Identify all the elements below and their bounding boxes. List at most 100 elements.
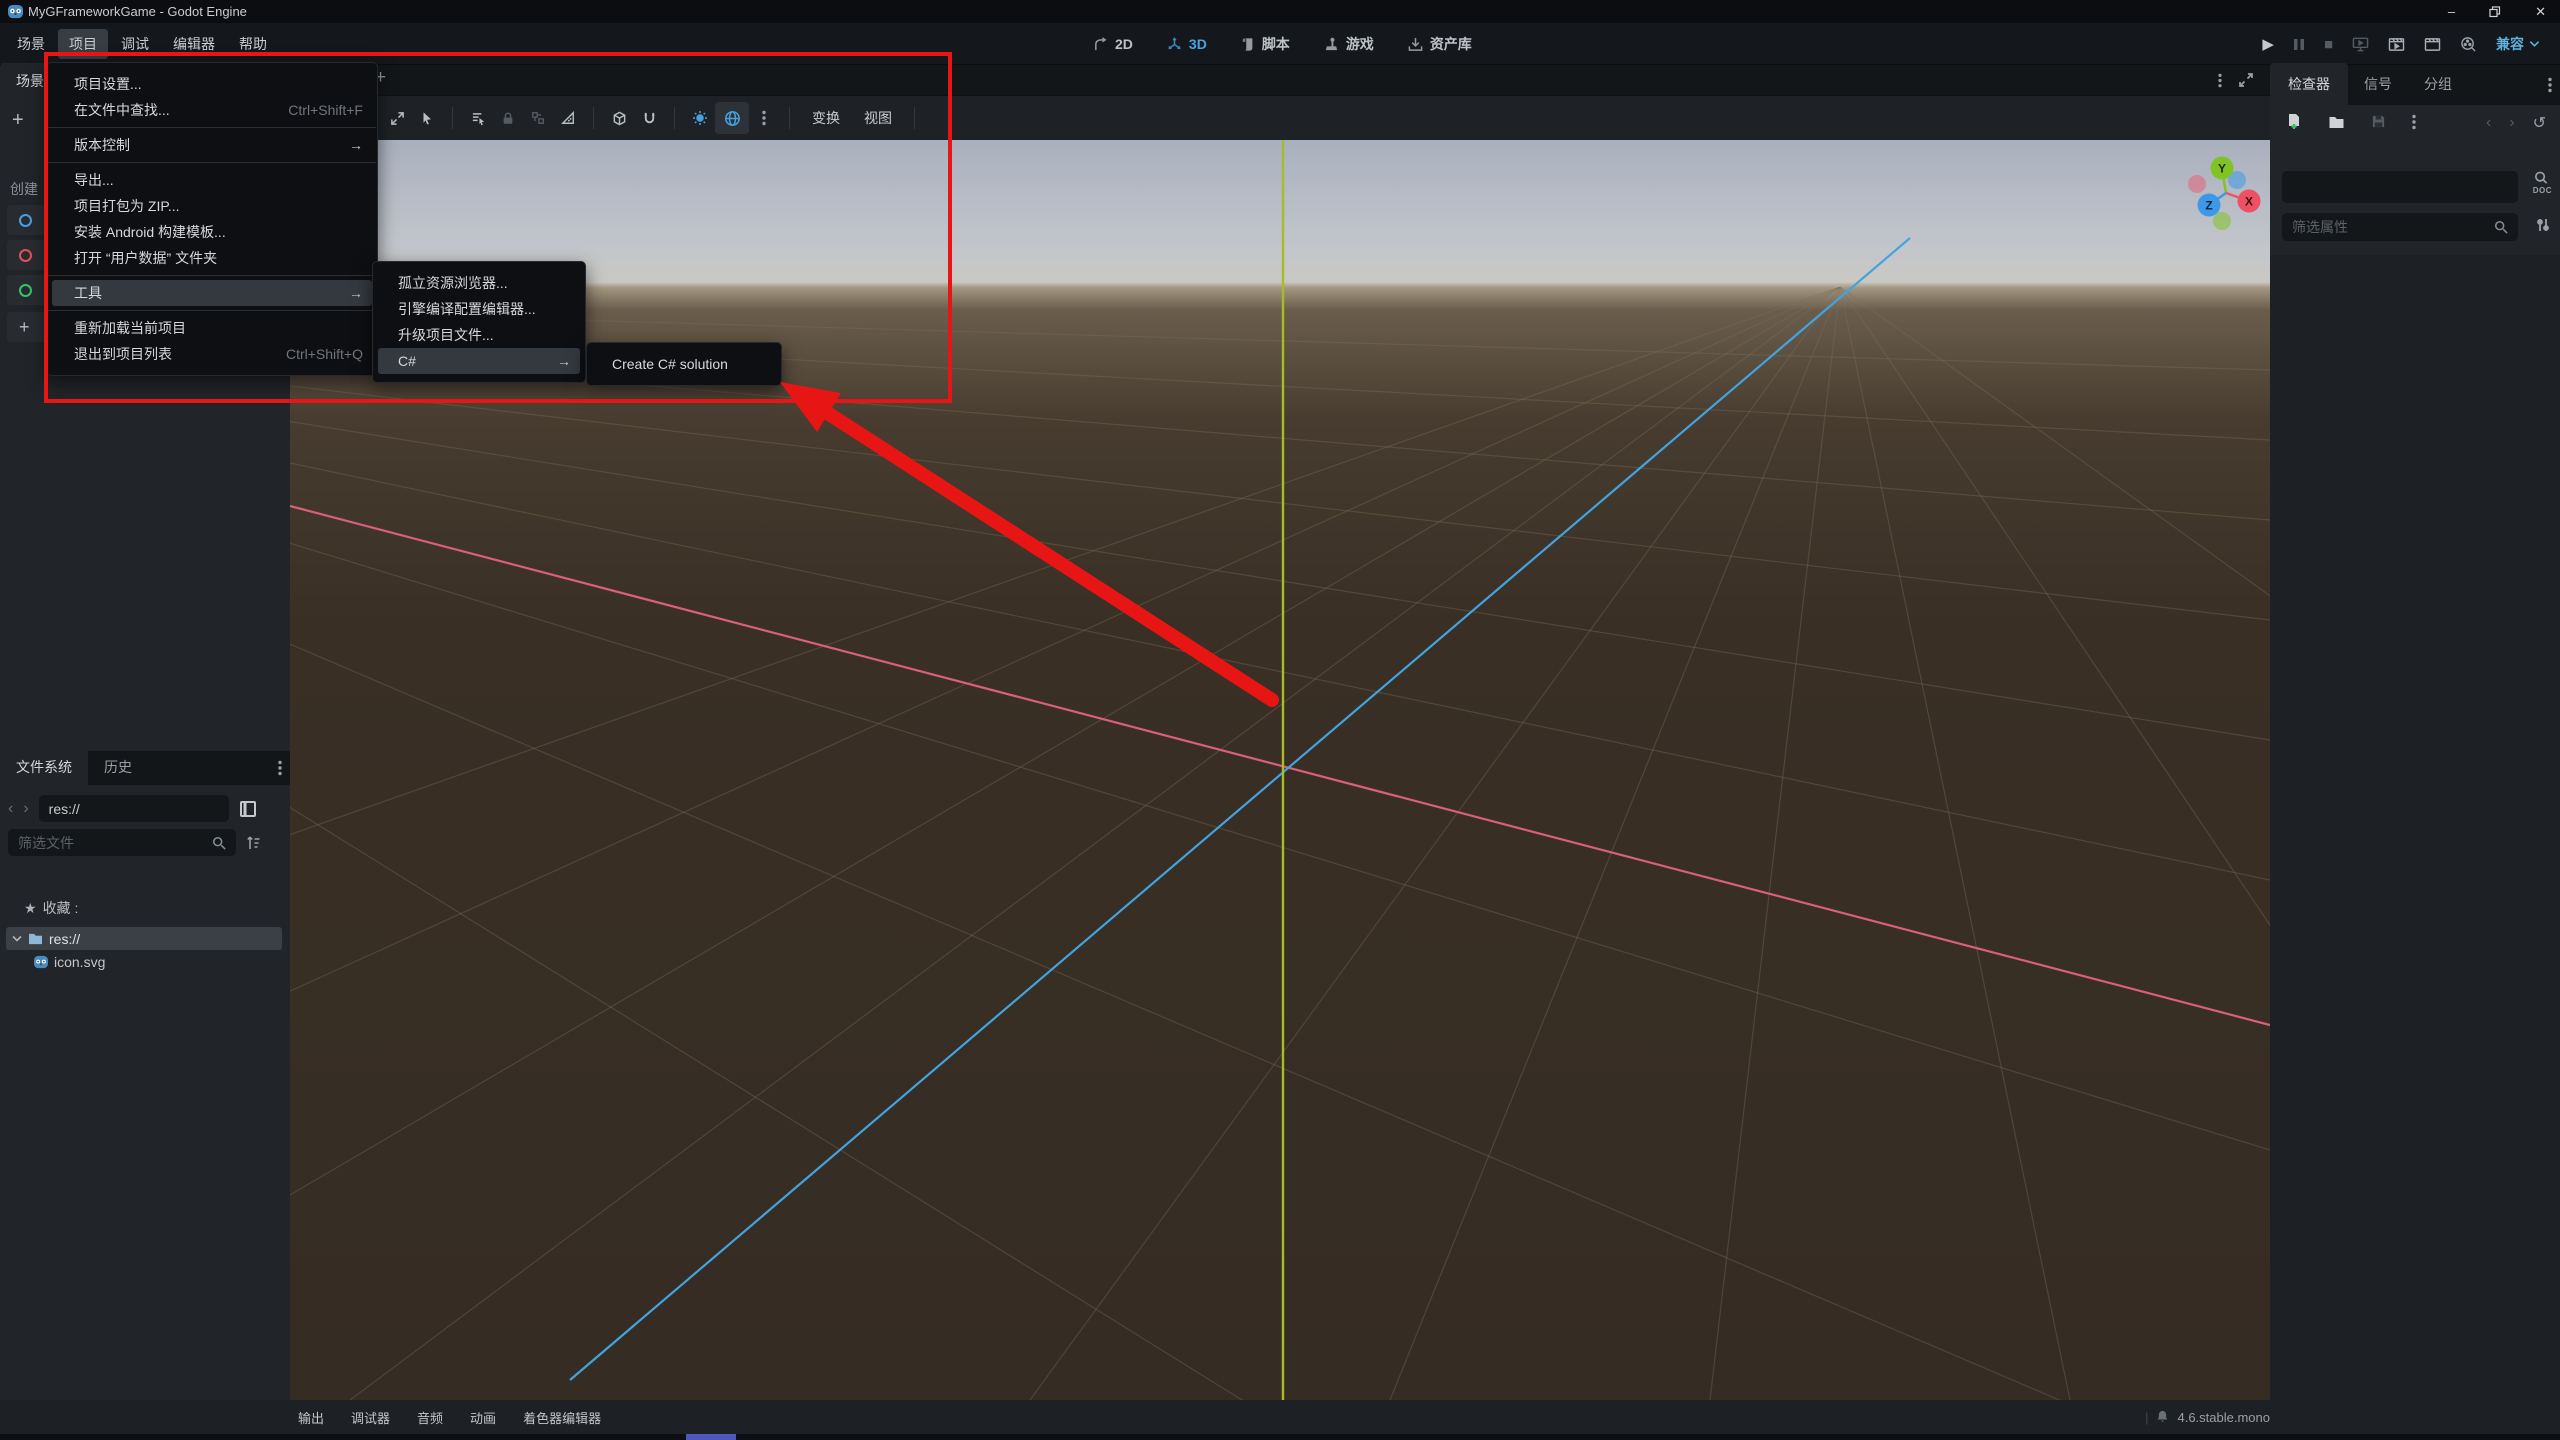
menu-item-create-csharp-solution[interactable]: Create C# solution (587, 351, 781, 377)
menu-scene[interactable]: 场景 (6, 29, 56, 59)
pause-button[interactable] (2293, 38, 2305, 51)
add-node-button[interactable]: + (12, 109, 24, 132)
menu-item-upgrade-project-files[interactable]: 升级项目文件... (373, 322, 585, 348)
load-resource-folder-icon[interactable] (2328, 115, 2345, 129)
play-custom-scene-button[interactable] (2424, 37, 2441, 52)
remote-play-icon[interactable] (2352, 36, 2369, 52)
menu-item-engine-compilation-configuration[interactable]: 引擎编译配置编辑器... (373, 296, 585, 322)
nav-back-icon[interactable]: ‹ (8, 800, 13, 818)
menu-item-export[interactable]: 导出... (47, 167, 377, 193)
filesystem-menu-icon[interactable] (278, 760, 282, 776)
preview-environment-icon[interactable] (715, 102, 749, 134)
menu-item-tools[interactable]: 工具 → (47, 280, 377, 306)
filter-files-field[interactable]: 筛选文件 (8, 829, 236, 856)
tab-audio[interactable]: 音频 (417, 1408, 443, 1427)
preview-sun-icon[interactable] (685, 103, 715, 133)
main-editor-area: + 变换 视图 Y X Z (290, 65, 2270, 1400)
workspace-assetlib[interactable]: 资产库 (1408, 34, 1472, 54)
scene-tabs-bar: + (290, 65, 2270, 95)
menu-item-project-settings[interactable]: 项目设置... (47, 71, 377, 97)
nav-forward-icon[interactable]: › (23, 800, 28, 818)
select-mode-icon[interactable] (412, 103, 442, 133)
workspace-game[interactable]: 游戏 (1324, 34, 1374, 54)
menu-item-find-in-files[interactable]: 在文件中查找... Ctrl+Shift+F (47, 97, 377, 123)
viewport-options-icon[interactable] (749, 103, 779, 133)
tab-animation[interactable]: 动画 (470, 1408, 496, 1427)
tab-shader-editor[interactable]: 着色器编辑器 (523, 1408, 601, 1427)
tab-history[interactable]: 历史 (88, 749, 148, 785)
ruler-icon[interactable] (553, 103, 583, 133)
property-tools-icon[interactable] (2535, 217, 2551, 233)
toolbar-separator (452, 107, 453, 129)
menu-help[interactable]: 帮助 (228, 29, 278, 59)
select-list-icon[interactable] (463, 103, 493, 133)
godot-editor-window: MyGFrameworkGame - Godot Engine – ✕ 场景 项… (0, 0, 2560, 1440)
menu-editor[interactable]: 编辑器 (162, 29, 226, 59)
sort-icon[interactable] (245, 835, 261, 851)
path-field[interactable]: res:// (38, 795, 229, 822)
resource-options-icon[interactable] (2412, 114, 2416, 130)
workspace-script[interactable]: 脚本 (1241, 34, 1290, 54)
distraction-free-icon[interactable] (2238, 72, 2254, 88)
close-button[interactable]: ✕ (2535, 4, 2546, 20)
version-info[interactable]: | 4.6.stable.mono (2145, 1400, 2270, 1434)
play-scene-button[interactable] (2388, 37, 2405, 52)
renderer-dropdown[interactable]: 兼容 (2496, 34, 2540, 54)
movie-maker-icon[interactable] (2460, 36, 2477, 52)
workspace-3d[interactable]: 3D (1167, 36, 1207, 52)
menu-item-open-user-data-folder[interactable]: 打开 “用户数据” 文件夹 (47, 245, 377, 271)
3d-viewport[interactable]: Y X Z (290, 140, 2270, 1400)
new-resource-icon[interactable] (2286, 113, 2302, 130)
snap-magnet-icon[interactable] (634, 103, 664, 133)
tab-groups[interactable]: 分组 (2408, 63, 2468, 105)
split-mode-icon[interactable] (239, 800, 257, 818)
axis-navigation-gizmo[interactable]: Y X Z (2185, 155, 2265, 237)
minimize-button[interactable]: – (2448, 4, 2455, 19)
inspector-empty-area (2270, 255, 2560, 1400)
menu-item-install-android-template[interactable]: 安装 Android 构建模板... (47, 219, 377, 245)
tree-row-iconsvg[interactable]: icon.svg (34, 954, 105, 970)
menu-item-pack-zip[interactable]: 项目打包为 ZIP... (47, 193, 377, 219)
workspace-2d[interactable]: 2D (1093, 36, 1133, 52)
menu-item-csharp[interactable]: C# → (373, 348, 585, 374)
stop-button[interactable]: ■ (2324, 36, 2333, 53)
group-icon[interactable] (523, 103, 553, 133)
notification-bell-icon[interactable] (2156, 1410, 2169, 1424)
tab-inspector[interactable]: 检查器 (2270, 63, 2348, 105)
search-icon (212, 836, 226, 850)
chevron-down-icon (2529, 40, 2540, 48)
tab-debugger[interactable]: 调试器 (351, 1408, 390, 1427)
tab-filesystem[interactable]: 文件系统 (0, 749, 88, 785)
tab-output[interactable]: 输出 (298, 1408, 324, 1427)
restore-button[interactable] (2489, 5, 2501, 18)
toolbar-separator (593, 107, 594, 129)
menu-item-orphan-resource-explorer[interactable]: 孤立资源浏览器... (373, 270, 585, 296)
view-menu[interactable]: 视图 (852, 108, 904, 128)
save-resource-icon[interactable] (2371, 114, 2386, 129)
chevron-expanded-icon[interactable] (12, 935, 22, 942)
tree-row-res[interactable]: res:// (6, 927, 282, 950)
main-header: 场景 项目 调试 编辑器 帮助 2D 3D 脚本 游戏 资产库 ▶ ■ 兼容 (0, 23, 2560, 65)
history-forward-icon[interactable]: › (2509, 114, 2514, 132)
menu-project[interactable]: 项目 (58, 29, 108, 59)
filter-properties-field[interactable]: 筛选属性 (2282, 213, 2518, 241)
inspector-tabbar: 检查器 信号 分组 (2270, 63, 2560, 105)
history-back-icon[interactable]: ‹ (2486, 114, 2491, 132)
menu-item-version-control[interactable]: 版本控制 → (47, 132, 377, 158)
object-history-icon[interactable]: ↺ (2533, 113, 2546, 133)
open-docs-icon[interactable]: DOC (2533, 171, 2552, 195)
local-space-cube-icon[interactable] (604, 103, 634, 133)
menu-item-reload-project[interactable]: 重新加载当前项目 (47, 315, 377, 341)
play-button[interactable]: ▶ (2262, 35, 2274, 53)
lock-icon[interactable] (493, 103, 523, 133)
transform-menu[interactable]: 变换 (800, 108, 852, 128)
menu-item-quit-to-project-list[interactable]: 退出到项目列表 Ctrl+Shift+Q (47, 341, 377, 367)
submenu-arrow-icon: → (349, 137, 363, 153)
scale-mode-icon[interactable] (382, 103, 412, 133)
resource-name-field[interactable] (2282, 171, 2518, 203)
tab-list-icon[interactable] (2218, 73, 2222, 88)
inspector-menu-icon[interactable] (2548, 77, 2552, 93)
tab-signals[interactable]: 信号 (2348, 63, 2408, 105)
menu-debug[interactable]: 调试 (110, 29, 160, 59)
svg-text:Y: Y (2218, 162, 2226, 176)
